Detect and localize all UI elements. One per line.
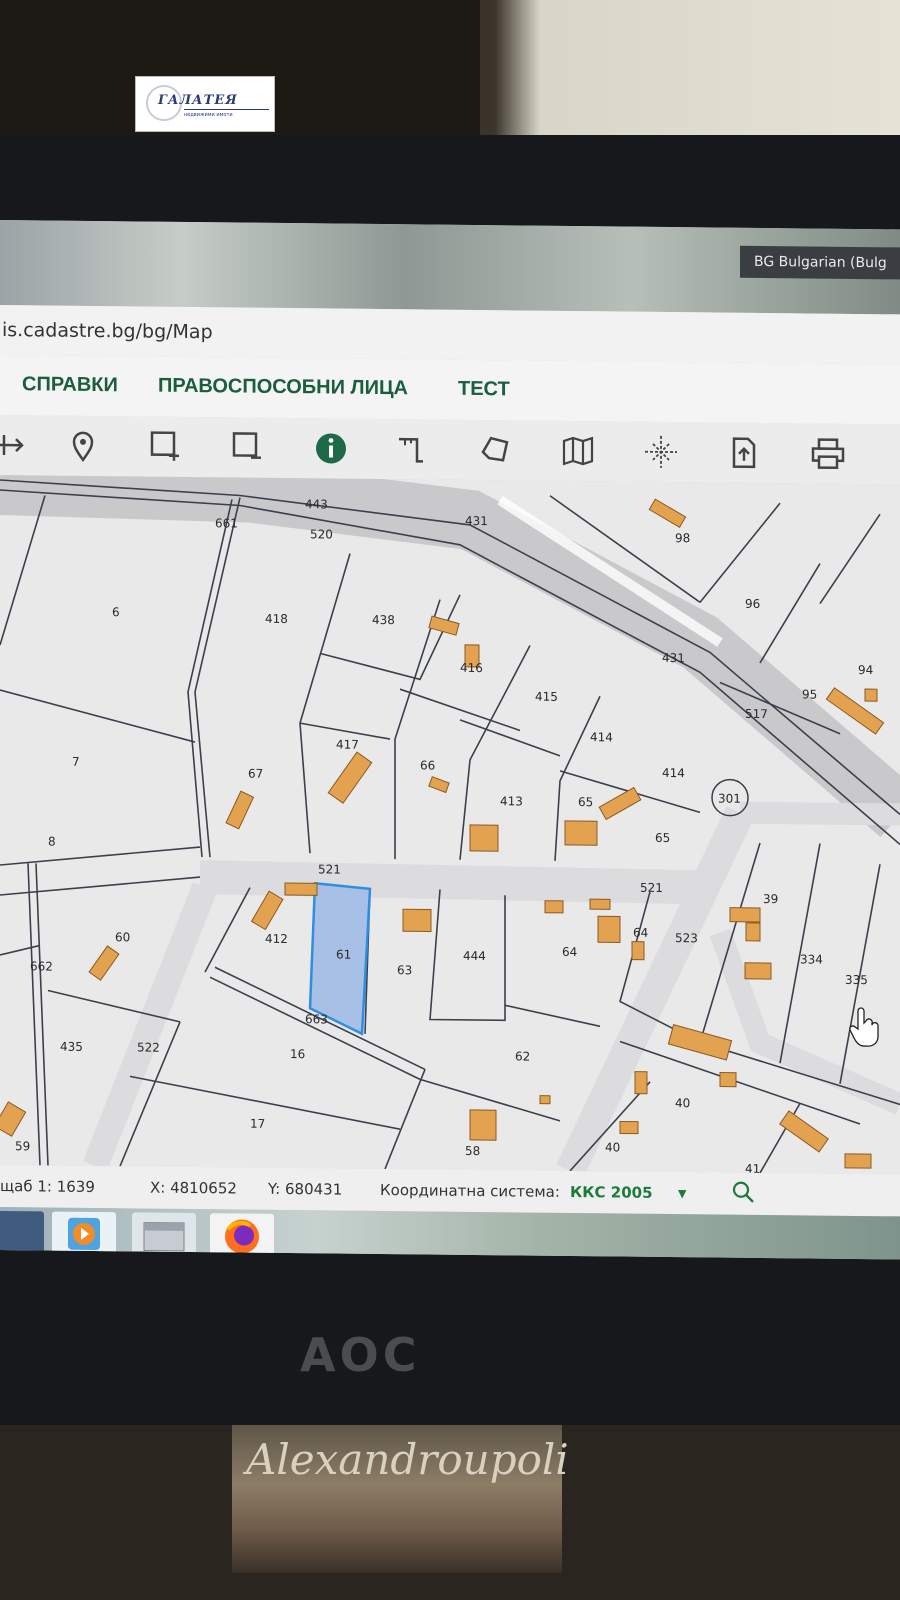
- parcel-label: 94: [858, 663, 873, 677]
- parcel-label: 40: [675, 1096, 690, 1110]
- menu-item-spravki[interactable]: СПРАВКИ: [22, 373, 118, 397]
- print-icon[interactable]: [810, 435, 846, 471]
- crs-select[interactable]: ККС 2005: [570, 1183, 653, 1202]
- measure-icon[interactable]: [395, 431, 431, 467]
- y-coordinate: Y: 680431: [268, 1179, 343, 1199]
- parcel-label: 7: [72, 755, 80, 769]
- parcel-label: 63: [397, 963, 412, 977]
- parcel-label: 661: [215, 516, 238, 530]
- search-icon[interactable]: [730, 1179, 756, 1209]
- parcel-label: 95: [802, 687, 817, 701]
- parcel-label: 64: [633, 926, 648, 940]
- parcel-label: 58: [465, 1144, 480, 1158]
- hand-cursor-icon: [849, 1007, 879, 1047]
- parcel-label: 39: [763, 892, 778, 906]
- crs-label: Координатна система:: [380, 1180, 560, 1201]
- alexandroupoli-photo: Alexandroupoli: [232, 1425, 569, 1573]
- parcel-label: 435: [60, 1040, 83, 1054]
- menu-item-pravosposobni-lica[interactable]: ПРАВОСПОСОБНИ ЛИЦА: [158, 375, 408, 401]
- road-main: [0, 475, 900, 838]
- parcel-label: 663: [305, 1012, 328, 1026]
- road-521: [199, 860, 701, 905]
- parcel-label: 16: [290, 1047, 305, 1061]
- crosshair-icon[interactable]: [643, 434, 679, 470]
- parcel-label-selected: 61: [336, 948, 351, 962]
- parcel-label: 414: [662, 766, 685, 780]
- parcel-label: 65: [578, 795, 593, 809]
- parcel-label: 415: [535, 690, 558, 704]
- remove-area-icon[interactable]: [230, 429, 266, 465]
- parcel-label: 412: [265, 932, 288, 946]
- language-indicator[interactable]: BG Bulgarian (Bulg: [740, 245, 900, 280]
- parcel-label: 416: [460, 661, 483, 675]
- info-icon[interactable]: [313, 430, 349, 466]
- parcel-label: 335: [845, 973, 868, 987]
- parcel-label: 414: [590, 730, 613, 744]
- map-layers-icon[interactable]: [560, 433, 596, 469]
- chevron-down-icon[interactable]: ▼: [678, 1187, 686, 1200]
- parcel-label: 66: [420, 758, 435, 772]
- parcel-label: 521: [318, 862, 341, 876]
- map-toolbar: [0, 415, 900, 486]
- cadastre-map[interactable]: 443 661 520 431 98 6 418 438 96 431 416 …: [0, 475, 900, 1175]
- parcel-label: 59: [15, 1139, 30, 1153]
- parcel-label: 523: [675, 931, 698, 945]
- parcel-label: 8: [48, 835, 56, 849]
- url-text[interactable]: is.cadastre.bg/bg/Map: [2, 319, 213, 343]
- scale-readout: щаб 1: 1639: [0, 1177, 95, 1196]
- parcel-label: 334: [800, 952, 823, 966]
- parcel-label: 413: [500, 794, 523, 808]
- main-menu: СПРАВКИ ПРАВОСПОСОБНИ ЛИЦА ТЕСТ: [0, 355, 900, 425]
- logo-tagline: недвижими имоти: [184, 112, 233, 118]
- parcel-label: 96: [745, 597, 760, 611]
- parcel-label: 418: [265, 612, 288, 626]
- parcel-label: 301: [718, 792, 741, 806]
- parcel-label: 443: [305, 497, 328, 511]
- x-coordinate: X: 4810652: [150, 1178, 237, 1198]
- photo-caption: Alexandroupoli: [246, 1435, 569, 1484]
- parcel-label: 62: [515, 1049, 530, 1063]
- parcel-label: 444: [463, 949, 486, 963]
- watermark-logo: ГАЛАТЕЯ недвижими имоти: [135, 76, 275, 132]
- parcel-label: 65: [655, 831, 670, 845]
- parcel-label: 521: [640, 881, 663, 895]
- parcel-label: 98: [675, 531, 690, 545]
- parcel-label: 662: [30, 959, 53, 973]
- parcel-label: 520: [310, 527, 333, 541]
- pan-icon[interactable]: [0, 427, 30, 463]
- monitor-brand-logo: AOC: [300, 1328, 421, 1382]
- parcel-label: 417: [336, 738, 359, 752]
- map-canvas[interactable]: 443 661 520 431 98 6 418 438 96 431 416 …: [0, 475, 900, 1175]
- parcel-label: 438: [372, 613, 395, 627]
- monitor-screen: BG Bulgarian (Bulg is.cadastre.bg/bg/Map…: [0, 220, 900, 1260]
- parcel-label: 6: [112, 605, 120, 619]
- location-pin-icon[interactable]: [65, 428, 101, 464]
- parcel-label: 522: [137, 1040, 160, 1054]
- menu-item-test[interactable]: ТЕСТ: [458, 378, 510, 402]
- add-area-icon[interactable]: [148, 429, 184, 465]
- logo-divider: [184, 109, 269, 110]
- parcel-label: 431: [465, 514, 488, 528]
- parcel-label: 517: [745, 707, 768, 721]
- parcel-label: 64: [562, 945, 577, 959]
- polygon-icon[interactable]: [477, 432, 513, 468]
- road-522: [82, 882, 218, 1171]
- parcel-label: 40: [605, 1140, 620, 1154]
- upload-icon[interactable]: [726, 435, 762, 471]
- parcel-label: 67: [248, 767, 263, 781]
- parcel-label: 17: [250, 1117, 265, 1131]
- logo-name: ГАЛАТЕЯ: [158, 93, 238, 108]
- parcel-label: 60: [115, 930, 130, 944]
- parcel-label: 431: [662, 651, 685, 665]
